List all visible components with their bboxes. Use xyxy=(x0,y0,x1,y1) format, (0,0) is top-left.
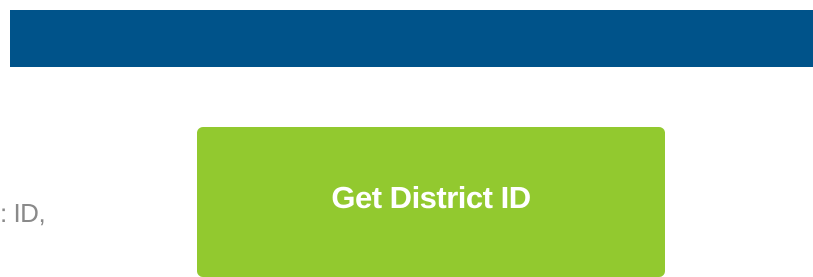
get-district-id-button[interactable]: Get District ID xyxy=(197,127,665,277)
instruction-text-fragment: : ID, xyxy=(0,198,46,228)
page: : ID, Get District ID xyxy=(0,0,813,277)
header-bar xyxy=(10,10,813,67)
